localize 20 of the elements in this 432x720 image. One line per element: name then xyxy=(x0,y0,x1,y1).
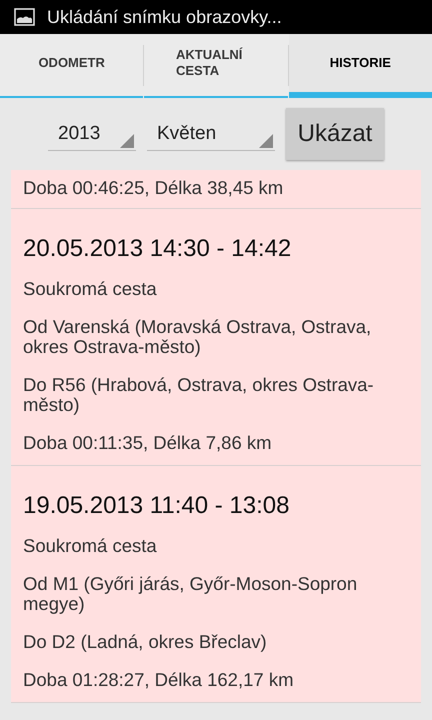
trip-time: 20.05.2013 14:30 - 14:42 xyxy=(23,234,292,264)
trip-time: 19.05.2013 11:40 - 13:08 xyxy=(23,491,290,521)
month-dropdown[interactable]: Květen xyxy=(147,117,275,151)
trip-origin: Od M1 (Győri járás, Győr-Moson-Sopron megye) xyxy=(23,574,358,614)
notification-text: Ukládání snímku obrazovky... xyxy=(47,6,282,28)
show-button[interactable]: Ukázat xyxy=(286,108,384,160)
year-dropdown[interactable]: 2013 xyxy=(48,117,136,151)
image-icon xyxy=(14,8,35,26)
trip-type: Soukromá cesta xyxy=(23,536,158,556)
trip-card[interactable]: 20.05.2013 14:30 - 14:42 Soukromá cesta Od Varenská (Moravská Ostrava, Ostrava, okres Ostrava-město) Do R56 (Hrabová, Ostrava, okres Ostrava-město) Doba 00:11:35, Délka 7,86 km xyxy=(11,209,421,466)
trip-type: Soukromá cesta xyxy=(23,279,158,299)
trip-summary: Doba 01:28:27, Délka 162,17 km xyxy=(23,670,294,690)
trip-card[interactable]: 19.05.2013 11:40 - 13:08 Soukromá cesta Od M1 (Győri járás, Győr-Moson-Sopron megye) Do D2 (Ladná, okres Břeclav) Doba 01:28:27, Délka 162,17 km xyxy=(11,466,421,703)
trip-card[interactable]: Doba 00:46:25, Délka 38,45 km xyxy=(11,170,421,209)
trip-origin: Od Varenská (Moravská Ostrava, Ostrava, okres Ostrava-město) xyxy=(23,317,372,357)
trip-summary: Doba 00:46:25, Délka 38,45 km xyxy=(23,178,284,198)
tab[interactable]: HISTORIE xyxy=(288,34,432,98)
trip-destination: Do R56 (Hrabová, Ostrava, okres Ostrava-město) xyxy=(23,375,375,415)
trip-destination: Do D2 (Ladná, okres Břeclav) xyxy=(23,632,268,652)
trip-summary: Doba 00:11:35, Délka 7,86 km xyxy=(23,433,273,453)
